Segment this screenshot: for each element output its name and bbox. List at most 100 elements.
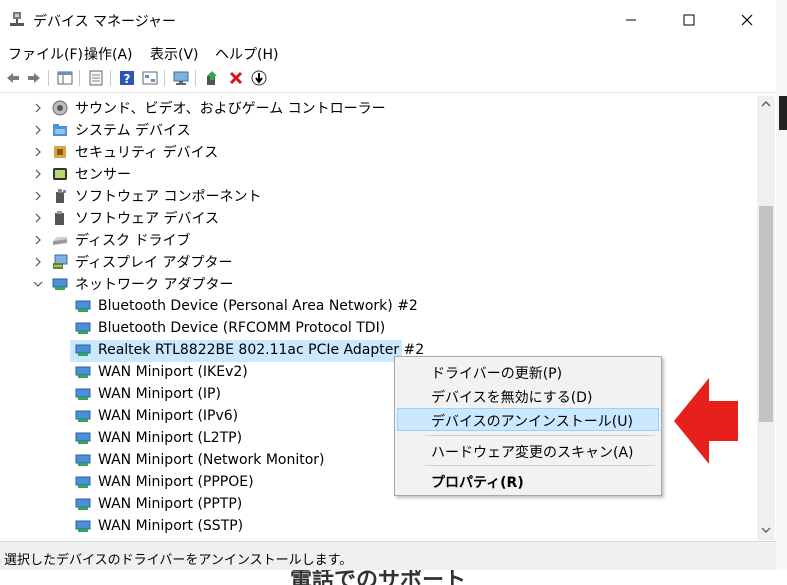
device-label: WAN Miniport (SSTP) (98, 518, 244, 534)
system-folder-icon (53, 124, 67, 136)
category-label: センサー (75, 167, 131, 183)
device-label: WAN Miniport (Network Monitor) (98, 452, 325, 468)
maximize-button[interactable] (660, 0, 718, 40)
security-device-icon (54, 146, 66, 158)
scrollbar-thumb[interactable] (759, 206, 773, 422)
tree-category-disk-drive[interactable]: ディスク ドライブ (0, 229, 757, 251)
network-adapter-icon (75, 300, 91, 312)
menu-item-update-driver[interactable]: ドライバーの更新(P) (397, 360, 659, 383)
tree-category-software-device[interactable]: ソフトウェア デバイス (0, 207, 757, 229)
network-adapter-icon (75, 344, 91, 356)
properties-toolbar-button[interactable] (87, 69, 105, 87)
arrow-left-icon (7, 73, 19, 83)
network-adapter-icon (75, 498, 91, 510)
update-driver-button[interactable] (203, 69, 221, 87)
network-adapter-icon (75, 476, 91, 488)
chevron-right-icon[interactable] (33, 235, 43, 245)
menu-item-disable-device[interactable]: デバイスを無効にする(D) (397, 384, 659, 407)
back-button[interactable] (4, 69, 22, 87)
show-hidden-button[interactable] (141, 69, 159, 87)
sensor-icon (53, 168, 67, 180)
menu-item-scan-hardware[interactable]: ハードウェア変更のスキャン(A) (397, 439, 659, 462)
tree-device-row[interactable]: WAN Miniport (SSTP) (0, 515, 757, 537)
tree-category-sound[interactable]: サウンド、ビデオ、およびゲーム コントローラー (0, 97, 757, 119)
network-adapter-icon (75, 366, 91, 378)
download-circle-icon (251, 70, 267, 86)
menu-help[interactable]: ヘルプ(H) (215, 44, 278, 64)
device-label: WAN Miniport (IP) (98, 386, 221, 402)
scan-hardware-button[interactable] (172, 69, 190, 87)
menu-item-uninstall-device[interactable]: デバイスのアンインストール(U) (397, 408, 659, 431)
tree-category-system[interactable]: システム デバイス (0, 119, 757, 141)
close-button[interactable] (718, 0, 776, 40)
menu-item-label: デバイスを無効にする(D) (431, 390, 593, 406)
red-arrow-left-icon (674, 378, 738, 464)
chevron-right-icon[interactable] (33, 147, 43, 157)
properties-sheet-icon (89, 70, 103, 86)
disk-drive-icon (53, 237, 67, 245)
chevron-down-icon[interactable] (33, 279, 43, 289)
help-toolbar-button[interactable]: ? (118, 69, 136, 87)
menu-file[interactable]: ファイル(F) (8, 44, 83, 64)
network-adapter-icon (75, 454, 91, 466)
chevron-right-icon[interactable] (33, 103, 43, 113)
tree-category-display-adapter[interactable]: ディスプレイ アダプター (0, 251, 757, 273)
svg-text:?: ? (124, 72, 131, 86)
menu-item-properties[interactable]: プロパティ(R) (397, 469, 659, 492)
menu-item-label: ハードウェア変更のスキャン(A) (431, 445, 634, 461)
tree-device-row[interactable]: WAN Miniport (PPTP) (0, 493, 757, 515)
device-label: Bluetooth Device (RFCOMM Protocol TDI) (98, 320, 386, 336)
scroll-up-icon[interactable] (761, 100, 771, 108)
category-label: ネットワーク アダプター (75, 277, 234, 293)
red-x-icon (229, 71, 243, 85)
toolbar-separator (195, 70, 196, 86)
network-adapter-icon (52, 278, 68, 290)
device-view-icon (142, 71, 158, 85)
menu-view[interactable]: 表示(V) (150, 44, 199, 64)
toolbar-separator (110, 70, 111, 86)
status-bar: 選択したデバイスのドライバーをアンインストールします。 (0, 541, 776, 570)
chevron-right-icon[interactable] (33, 191, 43, 201)
chevron-right-icon[interactable] (33, 125, 43, 135)
tree-category-software-component[interactable]: ソフトウェア コンポーネント (0, 185, 757, 207)
uninstall-device-button[interactable] (227, 69, 245, 87)
category-label: ディスク ドライブ (75, 233, 191, 249)
chevron-right-icon[interactable] (33, 213, 43, 223)
tree-device-row[interactable]: Bluetooth Device (Personal Area Network)… (0, 295, 757, 317)
device-label: WAN Miniport (PPTP) (98, 496, 243, 512)
context-menu: ドライバーの更新(P) デバイスを無効にする(D) デバイスのアンインストール(… (394, 356, 662, 496)
console-tree-button[interactable] (56, 69, 74, 87)
monitor-scan-icon (173, 71, 189, 85)
scroll-down-icon[interactable] (761, 526, 771, 534)
network-adapter-icon (75, 322, 91, 334)
network-adapter-icon (75, 520, 91, 532)
tree-category-security[interactable]: セキュリティ デバイス (0, 141, 757, 163)
chevron-right-icon[interactable] (33, 257, 43, 267)
background-heading: 電話でのサポート (290, 570, 467, 585)
minimize-button[interactable] (602, 0, 660, 40)
chevron-right-icon[interactable] (33, 169, 43, 179)
menu-action[interactable]: 操作(A) (84, 44, 133, 64)
software-device-icon (55, 211, 64, 225)
category-label: システム デバイス (75, 123, 191, 139)
tree-category-sensor[interactable]: センサー (0, 163, 757, 185)
help-icon: ? (120, 71, 134, 86)
disable-device-button[interactable] (250, 69, 268, 87)
category-label: ディスプレイ アダプター (75, 255, 233, 271)
menu-separator (425, 465, 655, 466)
title-bar: デバイス マネージャー (0, 0, 776, 40)
category-label: サウンド、ビデオ、およびゲーム コントローラー (75, 101, 386, 117)
device-manager-icon (10, 12, 24, 26)
device-label: WAN Miniport (PPPOE) (98, 474, 254, 490)
vertical-scrollbar[interactable] (757, 96, 775, 540)
maximize-icon (683, 14, 695, 26)
network-adapter-icon (75, 432, 91, 444)
forward-button[interactable] (25, 69, 43, 87)
network-adapter-icon (75, 388, 91, 400)
tree-device-row[interactable]: Bluetooth Device (RFCOMM Protocol TDI) (0, 317, 757, 339)
device-label: WAN Miniport (IPv6) (98, 408, 239, 424)
update-driver-icon (207, 71, 217, 85)
close-icon (741, 14, 753, 26)
tree-category-network-adapter[interactable]: ネットワーク アダプター (0, 273, 757, 295)
device-label: WAN Miniport (L2TP) (98, 430, 243, 446)
